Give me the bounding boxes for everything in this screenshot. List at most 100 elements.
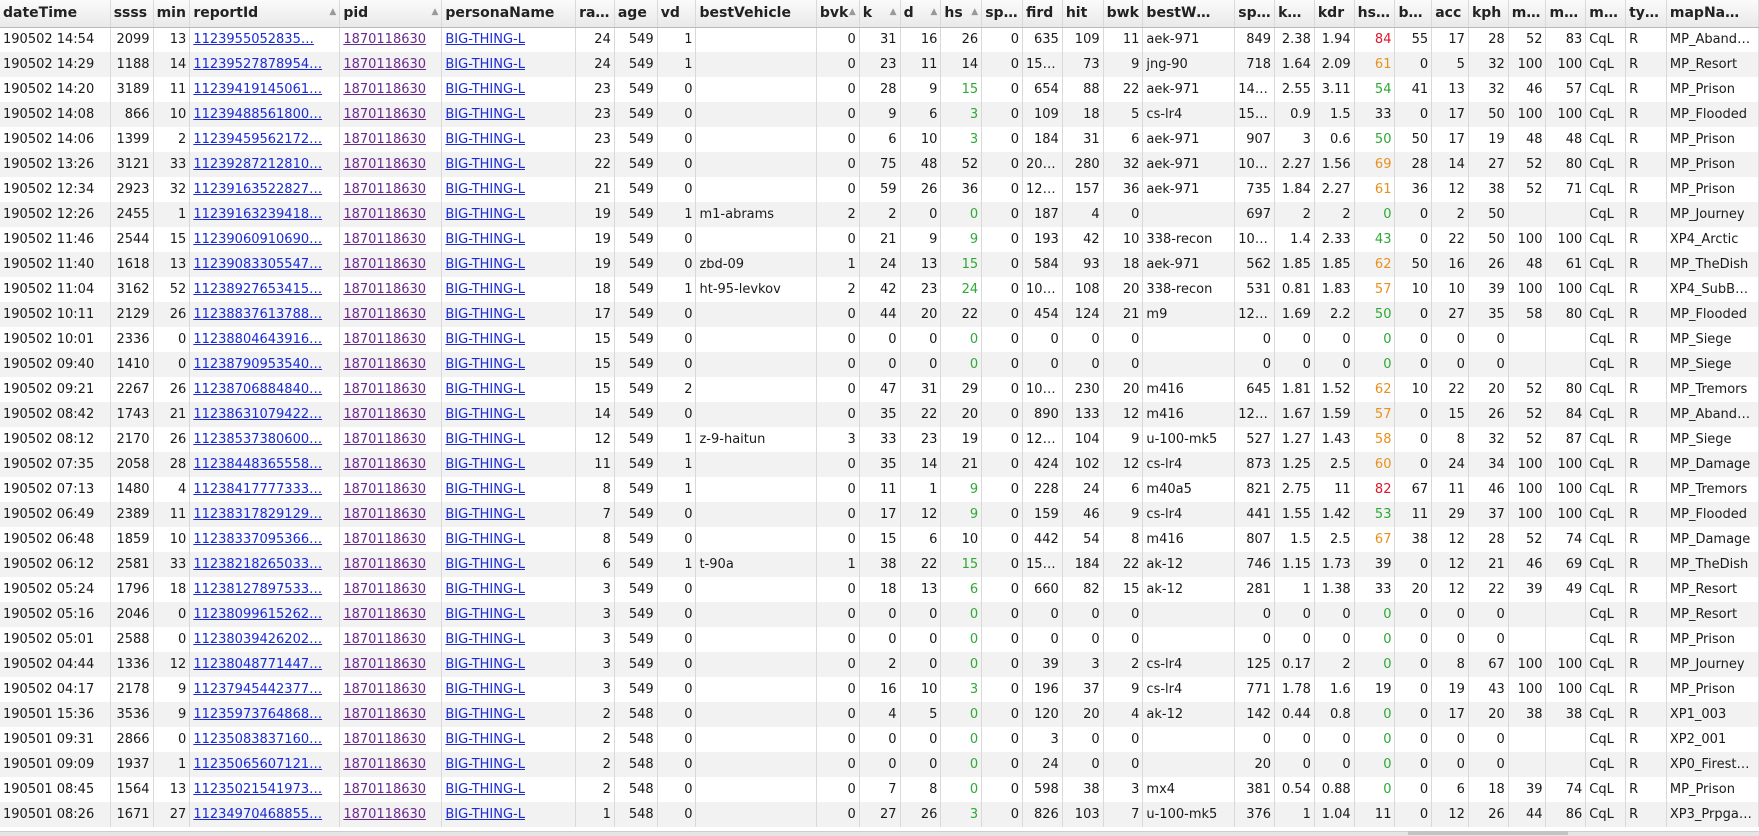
cell-reportid[interactable]: 11238127897533… <box>189 577 341 602</box>
report-id-link[interactable]: 11238317829129… <box>193 507 322 522</box>
persona-name-link[interactable]: BIG-THING-L <box>445 807 525 822</box>
pid-link[interactable]: 1870118630 <box>343 107 426 122</box>
cell-reportid[interactable]: 11238804643916… <box>189 327 341 352</box>
column-header-bvk[interactable]: bvk ▲ <box>816 0 860 28</box>
cell-personaname[interactable]: BIG-THING-L <box>441 577 577 602</box>
persona-name-link[interactable]: BIG-THING-L <box>445 32 525 47</box>
cell-personaname[interactable]: BIG-THING-L <box>441 302 577 327</box>
report-id-link[interactable]: 11235083837160… <box>193 732 322 747</box>
cell-reportid[interactable]: 11239163239418… <box>189 202 341 227</box>
persona-name-link[interactable]: BIG-THING-L <box>445 157 525 172</box>
table-row[interactable]: 190502 10:01 2336 0 11238804643916… 18701186… <box>0 327 1759 352</box>
cell-pid[interactable]: 1870118630 <box>339 502 443 527</box>
cell-pid[interactable]: 1870118630 <box>339 202 443 227</box>
pid-link[interactable]: 1870118630 <box>343 407 426 422</box>
report-id-link[interactable]: 11239419145061… <box>193 82 322 97</box>
report-id-link[interactable]: 11237945442377… <box>193 682 322 697</box>
pid-link[interactable]: 1870118630 <box>343 807 426 822</box>
cell-reportid[interactable]: 11238448365558… <box>189 452 341 477</box>
persona-name-link[interactable]: BIG-THING-L <box>445 307 525 322</box>
cell-pid[interactable]: 1870118630 <box>339 552 443 577</box>
table-row[interactable]: 190502 06:48 1859 10 11238337095366… 1870118… <box>0 527 1759 552</box>
pid-link[interactable]: 1870118630 <box>343 757 426 772</box>
cell-reportid[interactable]: 11239287212810… <box>189 152 341 177</box>
persona-name-link[interactable]: BIG-THING-L <box>445 507 525 522</box>
persona-name-link[interactable]: BIG-THING-L <box>445 657 525 672</box>
pid-link[interactable]: 1870118630 <box>343 482 426 497</box>
column-header-kdr[interactable]: kdr <box>1314 0 1355 28</box>
cell-personaname[interactable]: BIG-THING-L <box>441 727 577 752</box>
pid-link[interactable]: 1870118630 <box>343 32 426 47</box>
pid-link[interactable]: 1870118630 <box>343 682 426 697</box>
report-id-link[interactable]: 11235021541973… <box>193 782 322 797</box>
cell-personaname[interactable]: BIG-THING-L <box>441 627 577 652</box>
table-row[interactable]: 190501 15:36 3536 9 11235973764868… 18701186… <box>0 702 1759 727</box>
cell-reportid[interactable]: 11239419145061… <box>189 77 341 102</box>
column-header-mapna-[interactable]: mapNa… <box>1666 0 1759 28</box>
table-row[interactable]: 190501 08:45 1564 13 11235021541973… 1870118… <box>0 777 1759 802</box>
pid-link[interactable]: 1870118630 <box>343 232 426 247</box>
persona-name-link[interactable]: BIG-THING-L <box>445 232 525 247</box>
report-id-link[interactable]: 11239163239418… <box>193 207 322 222</box>
report-id-link[interactable]: 11239060910690… <box>193 232 322 247</box>
cell-pid[interactable]: 1870118630 <box>339 802 443 827</box>
table-row[interactable]: 190502 10:11 2129 26 11238837613788… 1870118… <box>0 302 1759 327</box>
cell-pid[interactable]: 1870118630 <box>339 52 443 77</box>
column-header-datetime[interactable]: dateTime <box>0 0 111 28</box>
cell-personaname[interactable]: BIG-THING-L <box>441 152 577 177</box>
cell-reportid[interactable]: 11235021541973… <box>189 777 341 802</box>
pid-link[interactable]: 1870118630 <box>343 507 426 522</box>
cell-reportid[interactable]: 11239488561800… <box>189 102 341 127</box>
cell-reportid[interactable]: 11238927653415… <box>189 277 341 302</box>
cell-pid[interactable]: 1870118630 <box>339 652 443 677</box>
table-row[interactable]: 190502 04:44 1336 12 11238048771447… 1870118… <box>0 652 1759 677</box>
cell-reportid[interactable]: 11235065607121… <box>189 752 341 777</box>
pid-link[interactable]: 1870118630 <box>343 57 426 72</box>
report-id-link[interactable]: 11239527878954… <box>193 57 322 72</box>
pid-link[interactable]: 1870118630 <box>343 207 426 222</box>
persona-name-link[interactable]: BIG-THING-L <box>445 557 525 572</box>
table-row[interactable]: 190502 09:40 1410 0 11238790953540… 18701186… <box>0 352 1759 377</box>
report-id-link[interactable]: 11238337095366… <box>193 532 322 547</box>
report-id-link[interactable]: 11235065607121… <box>193 757 322 772</box>
cell-pid[interactable]: 1870118630 <box>339 377 443 402</box>
cell-personaname[interactable]: BIG-THING-L <box>441 477 577 502</box>
table-row[interactable]: 190502 07:35 2058 28 11238448365558… 1870118… <box>0 452 1759 477</box>
report-id-link[interactable]: 11239488561800… <box>193 107 322 122</box>
cell-pid[interactable]: 1870118630 <box>339 252 443 277</box>
cell-personaname[interactable]: BIG-THING-L <box>441 402 577 427</box>
column-header-bwhs[interactable]: bwhs <box>1394 0 1433 28</box>
cell-pid[interactable]: 1870118630 <box>339 727 443 752</box>
pid-link[interactable]: 1870118630 <box>343 332 426 347</box>
column-header-ssss[interactable]: ssss <box>110 0 154 28</box>
table-row[interactable]: 190502 06:49 2389 11 11238317829129… 1870118… <box>0 502 1759 527</box>
cell-reportid[interactable]: 11238417777333… <box>189 477 341 502</box>
report-id-link[interactable]: 11239459562172… <box>193 132 322 147</box>
cell-reportid[interactable]: 11237945442377… <box>189 677 341 702</box>
cell-pid[interactable]: 1870118630 <box>339 352 443 377</box>
cell-pid[interactable]: 1870118630 <box>339 127 443 152</box>
table-row[interactable]: 190502 14:06 1399 2 11239459562172… 18701186… <box>0 127 1759 152</box>
column-header-mod[interactable]: mod <box>1585 0 1627 28</box>
cell-pid[interactable]: 1870118630 <box>339 402 443 427</box>
report-id-link[interactable]: 11238448365558… <box>193 457 322 472</box>
cell-reportid[interactable]: 11238837613788… <box>189 302 341 327</box>
column-header-kpm[interactable]: kpm <box>1274 0 1315 28</box>
table-row[interactable]: 190501 09:09 1937 1 11235065607121… 18701186… <box>0 752 1759 777</box>
report-id-link[interactable]: 11239083305547… <box>193 257 322 272</box>
column-header-acc[interactable]: acc <box>1431 0 1469 28</box>
report-id-link[interactable]: 11238790953540… <box>193 357 322 372</box>
cell-reportid[interactable]: 11239459562172… <box>189 127 341 152</box>
cell-pid[interactable]: 1870118630 <box>339 527 443 552</box>
cell-pid[interactable]: 1870118630 <box>339 102 443 127</box>
cell-personaname[interactable]: BIG-THING-L <box>441 27 577 52</box>
column-header-type[interactable]: type <box>1625 0 1667 28</box>
pid-link[interactable]: 1870118630 <box>343 557 426 572</box>
table-row[interactable]: 190502 05:24 1796 18 11238127897533… 1870118… <box>0 577 1759 602</box>
cell-personaname[interactable]: BIG-THING-L <box>441 377 577 402</box>
cell-pid[interactable]: 1870118630 <box>339 752 443 777</box>
cell-personaname[interactable]: BIG-THING-L <box>441 502 577 527</box>
cell-pid[interactable]: 1870118630 <box>339 602 443 627</box>
cell-pid[interactable]: 1870118630 <box>339 677 443 702</box>
cell-personaname[interactable]: BIG-THING-L <box>441 52 577 77</box>
